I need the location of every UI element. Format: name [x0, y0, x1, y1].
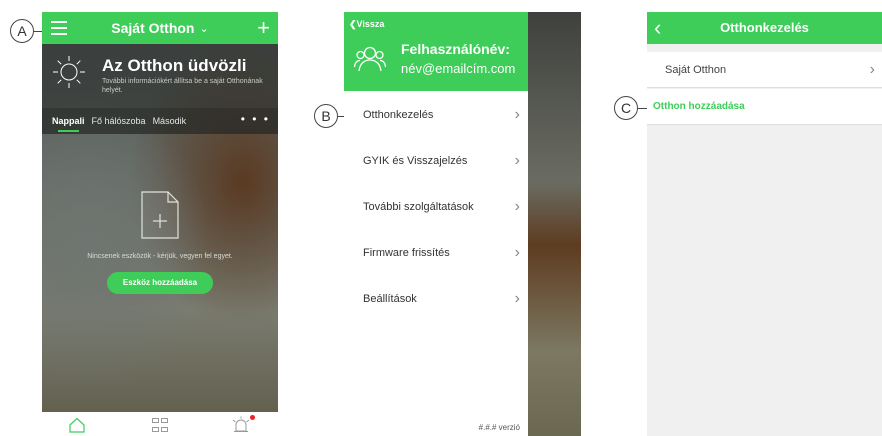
- menu-item-label: Firmware frissítés: [363, 247, 450, 259]
- notification-dot: [250, 415, 255, 420]
- welcome-banner: Az Otthon üdvözli További információkért…: [42, 44, 278, 108]
- background-photo: [528, 12, 581, 436]
- user-icon: [354, 46, 386, 72]
- menu-item-label: Beállítások: [363, 293, 417, 305]
- home-list-item-label: Saját Otthon: [665, 64, 727, 76]
- chevron-right-icon: ›: [514, 290, 520, 307]
- grid-icon[interactable]: [152, 418, 168, 432]
- welcome-subtitle: További információkért állítsa be a sajá…: [102, 78, 263, 94]
- hamburger-icon[interactable]: [51, 21, 67, 35]
- home-list-item[interactable]: Saját Otthon ›: [647, 52, 882, 88]
- tab-masodik[interactable]: Második: [153, 108, 187, 134]
- menu-item-label: További szolgáltatások: [363, 201, 474, 213]
- drawer-header: ❮Vissza Felhasználónév: név@emailcím.com: [344, 12, 528, 91]
- more-icon[interactable]: • • •: [241, 113, 270, 125]
- chevron-left-icon: ❮: [349, 19, 357, 29]
- home-selector-title[interactable]: Saját Otthon: [111, 20, 194, 36]
- add-device-icon: [141, 191, 179, 239]
- alarm-icon[interactable]: [232, 416, 250, 433]
- chevron-right-icon: ›: [514, 152, 520, 169]
- menu-item-beallitasok[interactable]: Beállítások ›: [344, 276, 528, 322]
- menu-item-otthonkezeles[interactable]: Otthonkezelés ›: [344, 92, 528, 138]
- add-device-button[interactable]: Eszköz hozzáadása: [107, 272, 213, 294]
- chevron-right-icon: ›: [514, 106, 520, 123]
- management-header: Otthonkezelés ‹: [647, 12, 882, 44]
- empty-devices-text: Nincsenek eszközök - kérjük, vegyen fel …: [87, 253, 233, 260]
- home-header: Saját Otthon ⌄ +: [42, 12, 278, 44]
- page-title: Otthonkezelés: [720, 20, 809, 35]
- phone-menu-drawer: ❮Vissza Felhasználónév: név@emailcím.com…: [344, 12, 581, 436]
- side-drawer: ❮Vissza Felhasználónév: név@emailcím.com…: [344, 12, 528, 436]
- welcome-title: Az Otthon üdvözli: [102, 56, 247, 75]
- back-label: Vissza: [356, 19, 385, 29]
- back-button[interactable]: ❮Vissza: [349, 19, 384, 30]
- username-label: Felhasználónév:: [401, 41, 510, 57]
- bottom-nav: [42, 412, 278, 436]
- chevron-down-icon[interactable]: ⌄: [200, 22, 209, 35]
- callout-a-label: A: [10, 19, 34, 43]
- add-home-button[interactable]: Otthon hozzáadása: [647, 89, 882, 125]
- version-label: #.#.# verzió: [478, 423, 520, 432]
- chevron-right-icon: ›: [514, 244, 520, 261]
- plus-icon[interactable]: +: [257, 15, 270, 41]
- phone-home-screen: Saját Otthon ⌄ + Az Otthon üdvözli Továb…: [42, 12, 278, 436]
- sun-icon: [53, 56, 85, 88]
- menu-item-tovabbi-szolgaltatasok[interactable]: További szolgáltatások ›: [344, 184, 528, 230]
- chevron-right-icon: ›: [514, 198, 520, 215]
- callout-b-label: B: [314, 104, 338, 128]
- room-tabs: Nappali Fő hálószoba Második • • •: [42, 108, 278, 134]
- menu-item-label: GYIK és Visszajelzés: [363, 155, 468, 167]
- tab-fo-haloszoba[interactable]: Fő hálószoba: [92, 108, 146, 134]
- chevron-left-icon[interactable]: ‹: [654, 15, 661, 41]
- callout-c-label: C: [614, 96, 638, 120]
- menu-item-firmware[interactable]: Firmware frissítés ›: [344, 230, 528, 276]
- chevron-right-icon: ›: [869, 61, 875, 78]
- phone-home-management: Otthonkezelés ‹ Saját Otthon › Otthon ho…: [647, 12, 882, 436]
- home-icon[interactable]: [69, 417, 85, 433]
- tab-nappali[interactable]: Nappali: [52, 108, 85, 134]
- menu-item-gyik[interactable]: GYIK és Visszajelzés ›: [344, 138, 528, 184]
- user-email: név@emailcím.com: [401, 61, 516, 76]
- add-home-label: Otthon hozzáadása: [653, 101, 745, 112]
- menu-item-label: Otthonkezelés: [363, 109, 434, 121]
